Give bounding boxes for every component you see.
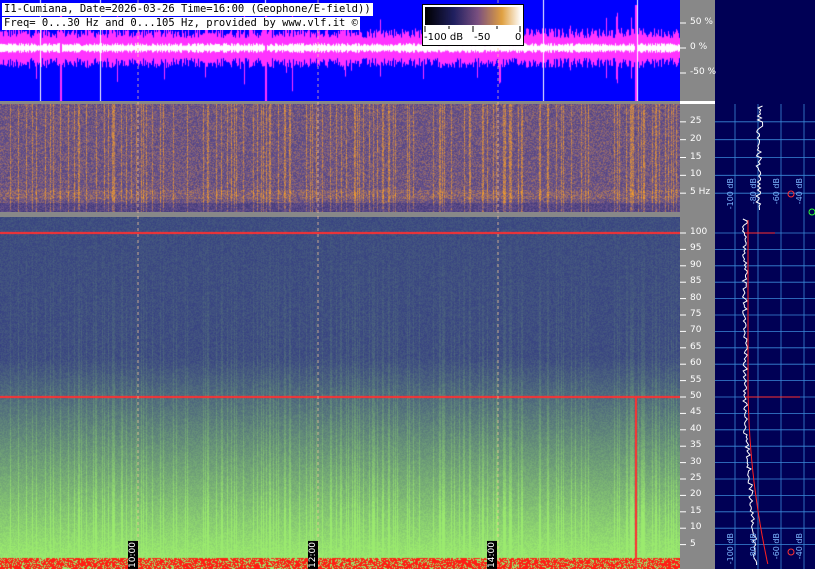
time-label-1: 12:00 [308, 541, 318, 569]
low-tick-label-0: 5 Hz [690, 187, 711, 198]
low-tick-label-3: 20 [690, 133, 702, 144]
colorbar-label-min: -100 dB [424, 32, 464, 43]
separator-mid [0, 212, 680, 217]
wave-tick-label-0: 50 % [690, 17, 713, 27]
high-tick-label-8: 45 [690, 407, 702, 418]
spectrum-panel [715, 0, 815, 569]
high-tick-label-18: 95 [690, 243, 702, 254]
high-tick-label-4: 25 [690, 473, 702, 483]
db-label-bottom-0: -100 dB [726, 533, 735, 565]
high-tick-label-11: 60 [690, 358, 702, 369]
high-tick-label-16: 85 [690, 276, 702, 287]
db-label-bottom-2: -60 dB [772, 533, 781, 560]
db-label-bottom-3: -40 dB [795, 533, 804, 560]
low-tick-label-1: 10 [690, 169, 702, 180]
high-tick-label-19: 100 [690, 227, 708, 237]
header-line-1: I1-Cumiana, Date=2026-03-26 Time=16:00 (… [2, 3, 373, 16]
high-tick-label-0: 5 [690, 538, 696, 549]
db-label-top-1: -80 dB [749, 178, 758, 205]
colorbar-label-max: 0 [515, 32, 522, 43]
colorbar-label-mid: -50 [474, 32, 491, 43]
high-tick-label-13: 70 [690, 325, 702, 336]
low-tick-label-4: 25 [690, 115, 702, 126]
high-tick-label-3: 20 [690, 489, 702, 500]
time-label-0: 10:00 [128, 541, 138, 569]
high-tick-label-1: 10 [690, 522, 702, 533]
wave-tick-label-2: -50 % [690, 67, 717, 77]
high-tick-label-17: 90 [690, 259, 702, 270]
db-label-top-0: -100 dB [726, 178, 735, 210]
colorbar: -100 dB -50 0 [422, 4, 524, 46]
time-label-2: 14:00 [487, 541, 497, 569]
high-tick-label-9: 50 [690, 391, 702, 401]
high-tick-label-14: 75 [690, 309, 702, 319]
high-tick-label-7: 40 [690, 423, 702, 434]
db-label-top-3: -40 dB [795, 178, 804, 205]
high-tick-label-10: 55 [690, 374, 702, 385]
db-label-bottom-1: -80 dB [749, 533, 758, 560]
high-tick-label-6: 35 [690, 440, 702, 451]
vlf-monitor: I1-Cumiana, Date=2026-03-26 Time=16:00 (… [0, 0, 815, 569]
wave-tick-label-1: 0 % [690, 42, 708, 52]
db-label-top-2: -60 dB [772, 178, 781, 205]
high-tick-label-15: 80 [690, 292, 702, 303]
header-line-2: Freq= 0...30 Hz and 0...105 Hz, provided… [2, 17, 361, 30]
colorbar-gradient [425, 7, 521, 25]
right-axis-gap [680, 101, 715, 104]
separator-top [0, 101, 680, 104]
low-tick-label-2: 15 [690, 151, 702, 162]
high-tick-label-12: 65 [690, 341, 702, 352]
high-tick-label-2: 15 [690, 505, 702, 516]
high-tick-label-5: 30 [690, 456, 702, 467]
